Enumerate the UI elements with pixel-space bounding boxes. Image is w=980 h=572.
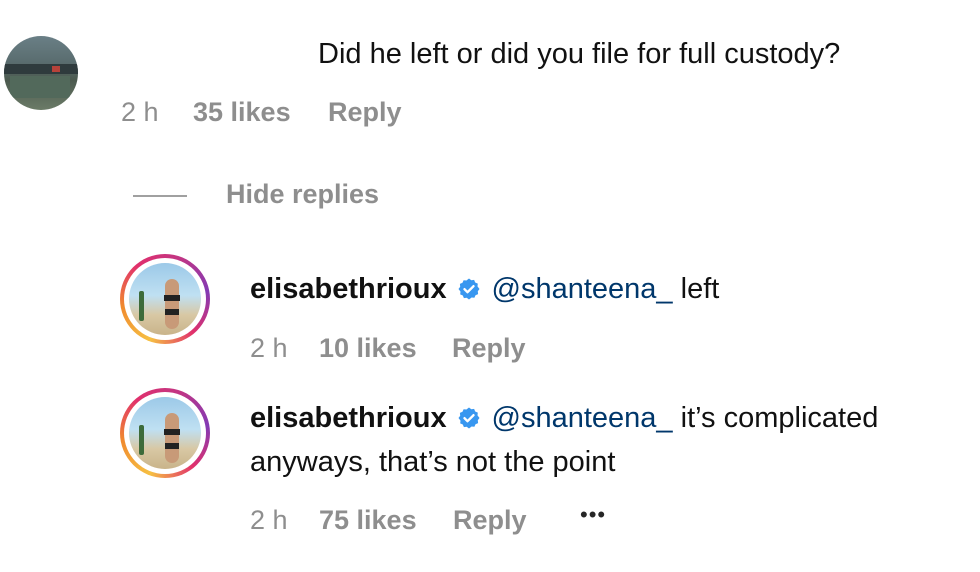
hide-replies-button[interactable]: Hide replies [226,179,379,210]
reply-likes[interactable]: 10 likes [319,333,417,364]
more-options-icon[interactable]: ••• [580,502,606,528]
reply-text: left [672,273,720,305]
comment-reply-button[interactable]: Reply [328,97,402,128]
reply-reply-button[interactable]: Reply [452,333,526,364]
reply-avatar[interactable] [120,388,210,478]
reply-text-line2: anyways, that’s not the point [250,446,616,478]
comment-text: Did he left or did you file for full cus… [318,38,841,70]
reply-time: 2 h [250,333,288,363]
verified-badge-icon [458,278,480,300]
reply-username[interactable]: elisabethrioux [250,402,447,434]
reply-reply-button[interactable]: Reply [453,505,527,536]
reply-avatar[interactable] [120,254,210,344]
commenter-avatar[interactable] [4,36,78,110]
verified-badge-icon [458,407,480,429]
reply-mention[interactable]: @shanteena_ [492,402,673,434]
reply-time: 2 h [250,505,288,535]
replies-divider [133,195,187,197]
reply-username[interactable]: elisabethrioux [250,273,447,305]
reply-header: elisabethrioux @shanteena_ left [250,273,719,306]
reply-text: it’s complicated [672,402,879,434]
reply-mention[interactable]: @shanteena_ [492,273,673,305]
comment-likes[interactable]: 35 likes [193,97,291,128]
reply-header: elisabethrioux @shanteena_ it’s complica… [250,402,878,435]
comment-time: 2 h [121,97,159,127]
reply-likes[interactable]: 75 likes [319,505,417,536]
